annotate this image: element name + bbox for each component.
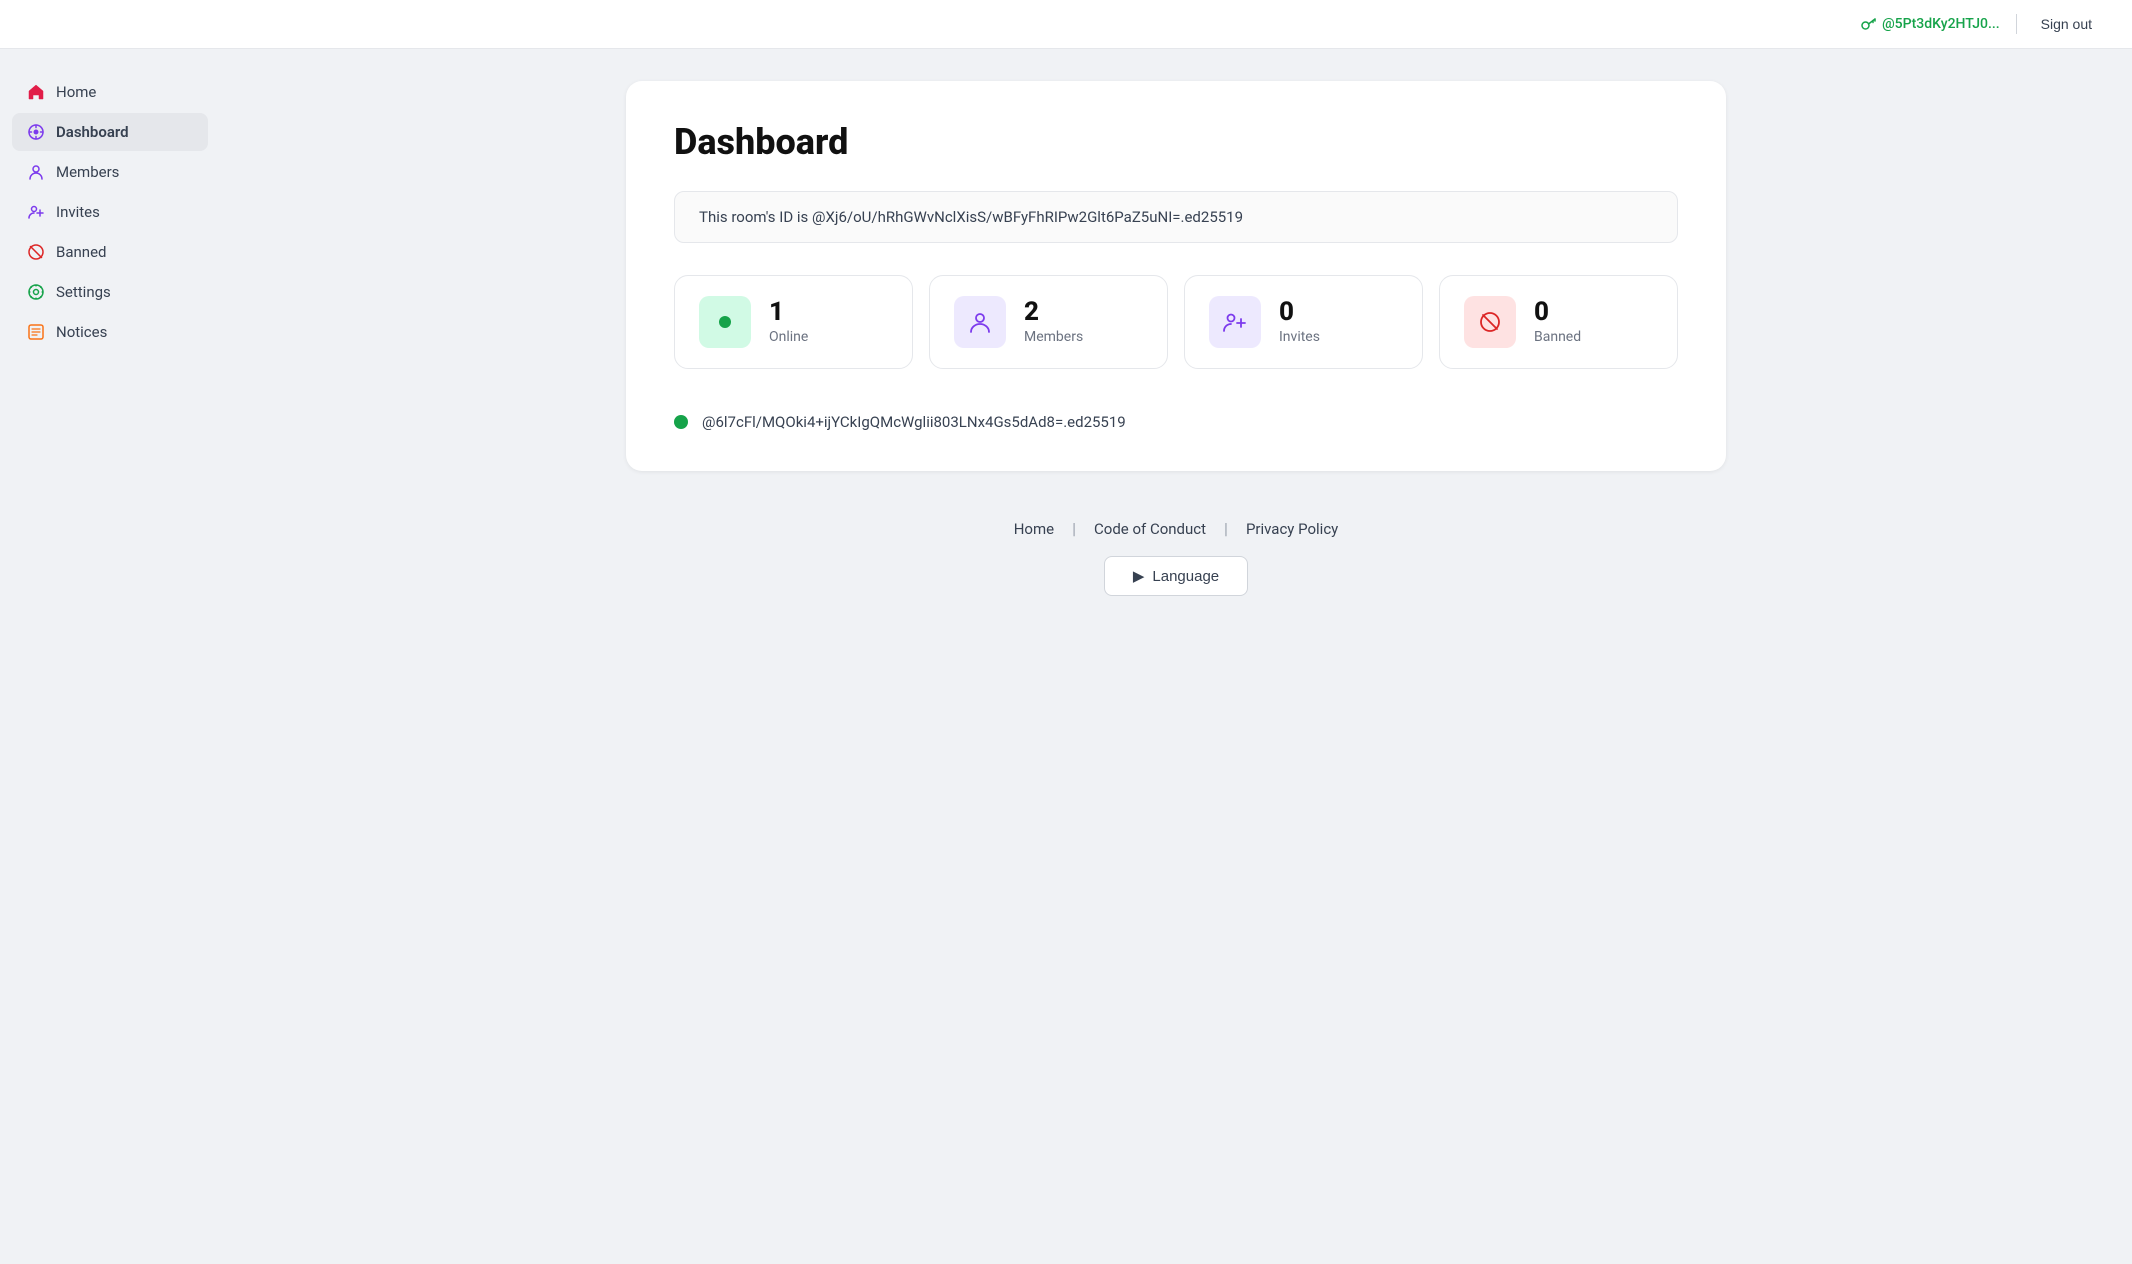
sidebar-item-notices[interactable]: Notices <box>12 313 208 351</box>
sidebar-item-dashboard[interactable]: Dashboard <box>12 113 208 151</box>
sidebar: Home Dashboard <box>0 49 220 1256</box>
stat-number-online: 1 <box>769 299 808 325</box>
stat-card-members: 2 Members <box>929 275 1168 369</box>
stat-label-banned: Banned <box>1534 329 1581 345</box>
settings-icon <box>26 282 46 302</box>
main-content: Dashboard This room's ID is @Xj6/oU/hRhG… <box>220 49 2132 1256</box>
stat-icon-online <box>699 296 751 348</box>
sidebar-label-members: Members <box>56 163 119 181</box>
home-icon <box>26 82 46 102</box>
stat-label-members: Members <box>1024 329 1083 345</box>
sidebar-label-banned: Banned <box>56 243 107 261</box>
sidebar-item-members[interactable]: Members <box>12 153 208 191</box>
stats-grid: 1 Online 2 Members <box>674 275 1678 369</box>
stat-info-banned: 0 Banned <box>1534 299 1581 345</box>
sidebar-item-banned[interactable]: Banned <box>12 233 208 271</box>
stat-card-invites: 0 Invites <box>1184 275 1423 369</box>
signout-button[interactable]: Sign out <box>2033 12 2100 36</box>
content-card: Dashboard This room's ID is @Xj6/oU/hRhG… <box>626 81 1726 471</box>
sidebar-item-settings[interactable]: Settings <box>12 273 208 311</box>
footer-link-home[interactable]: Home <box>996 520 1072 538</box>
key-icon <box>1860 16 1876 32</box>
footer-link-code-of-conduct[interactable]: Code of Conduct <box>1076 520 1224 538</box>
stat-card-online: 1 Online <box>674 275 913 369</box>
user-id-label: @5Pt3dKy2HTJ0... <box>1882 16 2000 32</box>
online-user-row: @6l7cFl/MQOki4+ijYCkIgQMcWglii803LNx4Gs5… <box>674 405 1678 431</box>
sidebar-label-invites: Invites <box>56 203 100 221</box>
sidebar-label-dashboard: Dashboard <box>56 123 129 141</box>
banned-icon <box>26 242 46 262</box>
topbar: @5Pt3dKy2HTJ0... Sign out <box>0 0 2132 49</box>
stat-info-members: 2 Members <box>1024 299 1083 345</box>
footer: Home | Code of Conduct | Privacy Policy … <box>996 519 1357 596</box>
language-button[interactable]: ▶ Language <box>1104 556 1248 596</box>
language-label: Language <box>1152 568 1219 585</box>
stat-number-members: 2 <box>1024 299 1083 325</box>
sidebar-label-settings: Settings <box>56 283 111 301</box>
stat-info-online: 1 Online <box>769 299 808 345</box>
stat-icon-members <box>954 296 1006 348</box>
stat-number-invites: 0 <box>1279 299 1320 325</box>
footer-link-privacy-policy[interactable]: Privacy Policy <box>1228 520 1356 538</box>
sidebar-item-home[interactable]: Home <box>12 73 208 111</box>
sidebar-label-home: Home <box>56 83 96 101</box>
topbar-user: @5Pt3dKy2HTJ0... <box>1860 16 2000 32</box>
footer-links: Home | Code of Conduct | Privacy Policy <box>996 519 1357 538</box>
stat-card-banned: 0 Banned <box>1439 275 1678 369</box>
invites-icon <box>26 202 46 222</box>
stat-label-invites: Invites <box>1279 329 1320 345</box>
language-arrow: ▶ <box>1133 567 1145 585</box>
page-title: Dashboard <box>674 121 1678 163</box>
online-indicator <box>674 415 688 429</box>
stat-number-banned: 0 <box>1534 299 1581 325</box>
sidebar-item-invites[interactable]: Invites <box>12 193 208 231</box>
notices-icon <box>26 322 46 342</box>
stat-label-online: Online <box>769 329 808 345</box>
stat-info-invites: 0 Invites <box>1279 299 1320 345</box>
stat-icon-invites <box>1209 296 1261 348</box>
dashboard-icon <box>26 122 46 142</box>
room-id-box: This room's ID is @Xj6/oU/hRhGWvNclXisS/… <box>674 191 1678 243</box>
topbar-divider <box>2016 14 2017 34</box>
members-icon <box>26 162 46 182</box>
sidebar-label-notices: Notices <box>56 323 107 341</box>
stat-icon-banned <box>1464 296 1516 348</box>
online-user-id: @6l7cFl/MQOki4+ijYCkIgQMcWglii803LNx4Gs5… <box>702 413 1126 431</box>
